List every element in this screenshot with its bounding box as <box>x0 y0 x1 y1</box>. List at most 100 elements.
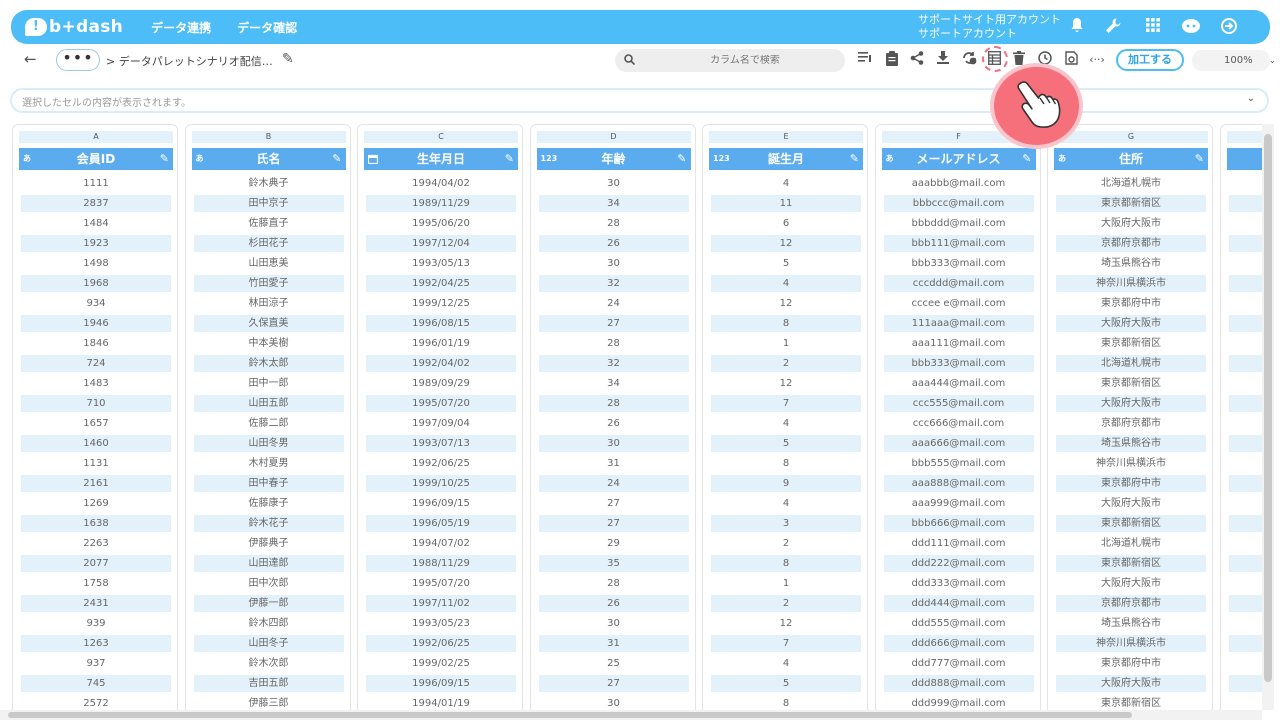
table-cell[interactable]: 1992/04/02 <box>366 355 516 372</box>
edit-pencil-icon[interactable]: ✎ <box>1022 148 1031 170</box>
table-cell[interactable]: 神奈川県横浜市 <box>1056 275 1206 292</box>
vertical-scroll-thumb[interactable] <box>1264 134 1272 682</box>
table-cell[interactable] <box>1229 215 1263 232</box>
table-cell[interactable]: 1995/07/20 <box>366 575 516 592</box>
table-cell[interactable]: 山田恵美 <box>194 255 344 272</box>
table-cell[interactable]: 1131 <box>21 455 171 472</box>
table-cell[interactable]: 4 <box>711 275 861 292</box>
table-cell[interactable]: 32 <box>538 355 689 372</box>
table-cell[interactable]: aaa111@mail.com <box>884 335 1034 352</box>
table-cell[interactable]: 1996/08/15 <box>366 315 516 332</box>
table-cell[interactable]: 1997/12/04 <box>366 235 516 252</box>
table-cell[interactable]: bbbccc@mail.com <box>883 195 1034 212</box>
table-cell[interactable]: 1992/06/25 <box>366 455 516 472</box>
table-cell[interactable]: 9 <box>711 475 861 492</box>
table-cell[interactable]: 30 <box>539 615 689 632</box>
table-cell[interactable]: 27 <box>538 675 689 692</box>
table-cell[interactable]: ddd444@mail.com <box>883 595 1034 612</box>
table-cell[interactable]: 2837 <box>21 195 171 212</box>
table-cell[interactable]: bbbddd@mail.com <box>884 215 1034 232</box>
table-cell[interactable]: 佐藤二郎 <box>194 415 344 432</box>
table-cell[interactable]: 28 <box>538 395 689 412</box>
column-list-icon[interactable] <box>856 51 874 69</box>
table-cell[interactable]: 8 <box>711 555 861 572</box>
edit-pencil-icon[interactable]: ✎ <box>677 148 686 170</box>
table-cell[interactable]: 東京都新宿区 <box>1056 195 1206 212</box>
table-cell[interactable]: 6 <box>711 215 861 232</box>
table-cell[interactable]: 4 <box>711 415 861 432</box>
column-header[interactable]: 123 年齢 ✎ <box>536 148 691 170</box>
column-header[interactable]: あ 会員ID ✎ <box>19 148 173 170</box>
brand-logo[interactable]: ! b+dash <box>25 17 123 37</box>
table-cell[interactable]: 30 <box>539 175 689 192</box>
table-cell[interactable]: ddd888@mail.com <box>883 675 1034 692</box>
table-cell[interactable]: 1498 <box>21 255 171 272</box>
table-cell[interactable]: 28 <box>539 215 689 232</box>
table-cell[interactable]: 28 <box>539 575 689 592</box>
table-cell[interactable]: 東京都府中市 <box>1056 475 1206 492</box>
table-cell[interactable]: 24 <box>539 295 689 312</box>
table-cell[interactable]: 北海道札幌市 <box>1056 535 1206 552</box>
table-cell[interactable] <box>1228 395 1262 412</box>
table-cell[interactable]: 山田達郎 <box>193 555 344 572</box>
table-cell[interactable]: 神奈川県横浜市 <box>1056 455 1206 472</box>
table-cell[interactable]: 1997/09/04 <box>366 415 516 432</box>
column-header[interactable]: あ 住所 ✎ <box>1054 148 1208 170</box>
table-cell[interactable] <box>1228 555 1262 572</box>
table-cell[interactable]: 34 <box>538 195 689 212</box>
table-cell[interactable]: 8 <box>711 455 861 472</box>
table-cell[interactable]: 745 <box>21 675 171 692</box>
table-cell[interactable]: 1758 <box>21 575 171 592</box>
table-cell[interactable]: 東京都新宿区 <box>1056 335 1206 352</box>
column-letter[interactable]: E <box>709 131 863 143</box>
edit-pencil-icon[interactable]: ✎ <box>505 148 514 170</box>
vertical-scrollbar[interactable] <box>1262 124 1274 710</box>
table-cell[interactable]: ddd555@mail.com <box>884 615 1034 632</box>
table-cell[interactable]: ccc555@mail.com <box>883 395 1034 412</box>
table-cell[interactable]: 田中春子 <box>193 475 344 492</box>
table-cell[interactable]: 埼玉県熊谷市 <box>1056 435 1206 452</box>
table-cell[interactable]: 東京都府中市 <box>1056 655 1206 672</box>
table-cell[interactable]: 佐藤康子 <box>194 495 344 512</box>
table-cell[interactable]: 大阪府大阪市 <box>1056 675 1206 692</box>
table-cell[interactable]: 3 <box>711 515 861 532</box>
table-cell[interactable]: 27 <box>538 315 689 332</box>
table-cell[interactable]: 中本美樹 <box>194 335 344 352</box>
table-cell[interactable]: 1989/11/29 <box>366 195 516 212</box>
table-cell[interactable]: bbb333@mail.com <box>884 255 1034 272</box>
table-cell[interactable]: 30 <box>539 695 689 710</box>
table-cell[interactable]: 1999/12/25 <box>366 295 516 312</box>
table-cell[interactable]: 27 <box>539 495 689 512</box>
table-cell[interactable]: 31 <box>538 635 689 652</box>
zoom-select[interactable]: 100% ⌄ <box>1192 50 1276 71</box>
table-cell[interactable]: 11 <box>711 195 861 212</box>
table-cell[interactable]: 伊藤典子 <box>194 535 344 552</box>
table-cell[interactable]: 1263 <box>21 635 171 652</box>
table-cell[interactable]: 26 <box>539 415 689 432</box>
column-header[interactable]: 生年月日 ✎ <box>364 148 518 170</box>
table-cell[interactable]: 7 <box>711 395 861 412</box>
table-cell[interactable]: 2263 <box>21 535 171 552</box>
table-cell[interactable]: 2 <box>711 355 861 372</box>
table-cell[interactable]: ddd999@mail.com <box>884 695 1034 710</box>
table-cell[interactable]: 1993/07/13 <box>366 435 516 452</box>
table-cell[interactable]: 1 <box>711 335 861 352</box>
share-icon[interactable] <box>908 51 926 69</box>
table-cell[interactable]: 田中次郎 <box>194 575 344 592</box>
table-cell[interactable]: aaabbb@mail.com <box>884 175 1034 192</box>
table-cell[interactable]: 4 <box>711 495 861 512</box>
code-icon[interactable]: ‹··› <box>1086 51 1108 69</box>
table-cell[interactable]: 32 <box>538 275 689 292</box>
table-cell[interactable]: 竹田愛子 <box>193 275 344 292</box>
table-cell[interactable]: 1484 <box>21 215 171 232</box>
back-arrow-icon[interactable]: ← <box>24 50 37 68</box>
table-cell[interactable] <box>1229 695 1263 710</box>
column-header[interactable]: あ メールアドレス ✎ <box>881 148 1036 170</box>
table-cell[interactable] <box>1228 435 1262 452</box>
table-cell[interactable]: ddd111@mail.com <box>884 535 1034 552</box>
table-cell[interactable]: 1111 <box>21 175 171 192</box>
table-cell[interactable]: 田中京子 <box>193 195 344 212</box>
table-cell[interactable]: 710 <box>21 395 171 412</box>
table-cell[interactable]: 30 <box>538 435 689 452</box>
table-cell[interactable]: ddd666@mail.com <box>883 635 1034 652</box>
